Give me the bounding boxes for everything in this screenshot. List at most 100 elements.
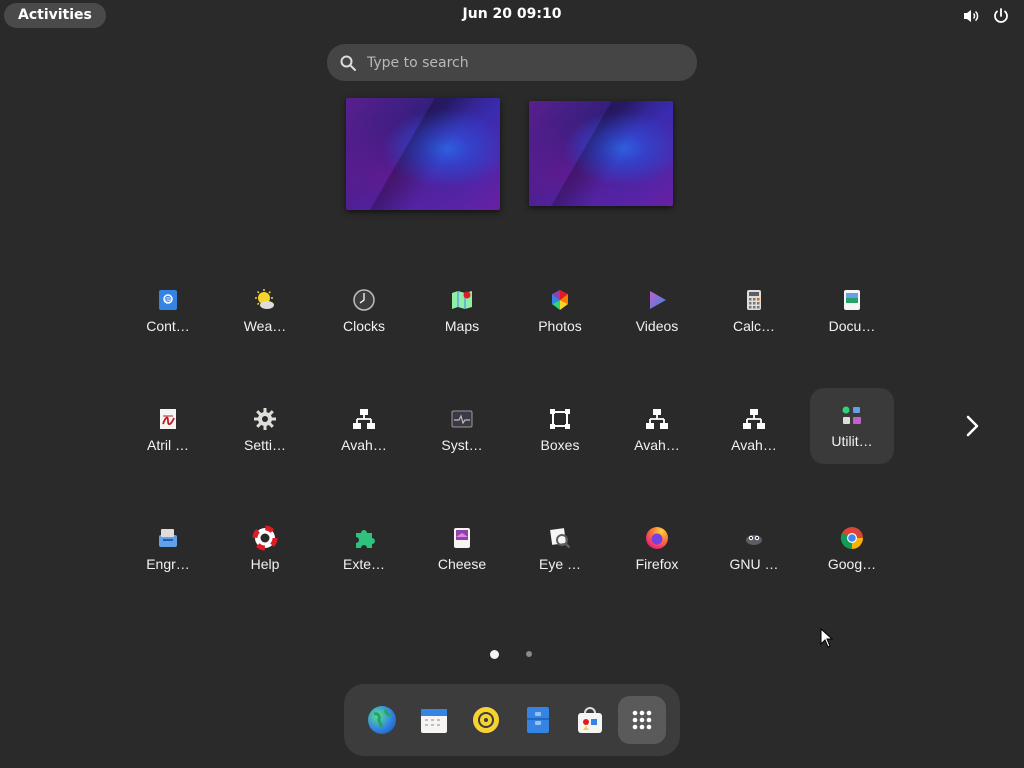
mouse-cursor-icon [820,628,834,648]
app-system-monitor[interactable]: Syst… [420,396,504,472]
clock[interactable]: Jun 20 09:10 [0,6,1024,22]
app-help[interactable]: Help [223,515,307,591]
videos-icon [644,287,670,313]
app-gimp[interactable]: GNU … [712,515,796,591]
dock-software[interactable] [566,696,614,744]
help-icon [252,525,278,551]
network-icon [351,406,377,432]
app-grid-icon [632,710,652,730]
maps-icon [449,287,475,313]
app-firefox[interactable]: Firefox [615,515,699,591]
engrampa-icon [155,525,181,551]
app-avahi-1[interactable]: Avah… [322,396,406,472]
app-label: Wea… [243,318,287,334]
app-boxes[interactable]: Boxes [518,396,602,472]
cheese-icon [449,525,475,551]
network-icon [644,406,670,432]
volume-icon[interactable] [962,7,980,25]
app-photos[interactable]: Photos [518,277,602,353]
app-label: Cheese [437,556,487,572]
app-label: Goog… [827,556,877,572]
app-label: Syst… [441,437,483,453]
app-label: Videos [635,318,679,334]
app-label: Atril … [147,437,189,453]
top-bar: Activities Jun 20 09:10 [0,0,1024,32]
chrome-icon [839,525,865,551]
eye-of-gnome-icon [547,525,573,551]
app-atril[interactable]: Atril … [126,396,210,472]
utilities-folder-icon [839,402,865,428]
calendar-icon [421,709,447,733]
system-menu[interactable] [962,7,1010,25]
gimp-icon [741,525,767,551]
app-label: Boxes [540,437,580,453]
dock-web-browser[interactable] [358,696,406,744]
web-browser-icon [368,706,396,734]
software-icon [578,707,602,733]
next-page-arrow-icon[interactable] [962,414,984,438]
app-calculator[interactable]: Calc… [712,277,796,353]
rhythmbox-icon [471,705,501,735]
app-label: Clocks [342,318,385,334]
app-avahi-2[interactable]: Avah… [615,396,699,472]
app-label: Engr… [146,556,190,572]
app-label: Maps [444,318,480,334]
dock-files[interactable] [514,696,562,744]
app-label: Eye … [538,556,581,572]
power-icon[interactable] [992,7,1010,25]
svg-text:@: @ [165,297,171,304]
gnome-activities-overview: Activities Jun 20 09:10 @ Cont… Wea… Clo… [0,0,1024,768]
app-utilities-folder[interactable]: Utilit… [810,388,894,464]
app-avahi-3[interactable]: Avah… [712,396,796,472]
dash [344,684,680,756]
settings-icon [252,406,278,432]
search-icon [340,55,356,71]
app-engrampa[interactable]: Engr… [126,515,210,591]
app-clocks[interactable]: Clocks [322,277,406,353]
app-weather[interactable]: Wea… [223,277,307,353]
workspace-thumbnail-1[interactable] [346,98,500,210]
app-cheese[interactable]: Cheese [420,515,504,591]
app-label: Calc… [732,318,775,334]
dock-calendar[interactable] [410,696,458,744]
app-extensions[interactable]: Exte… [322,515,406,591]
app-label: Exte… [342,556,385,572]
photos-icon [547,287,573,313]
app-label: Help [250,556,280,572]
page-indicator [486,650,546,660]
app-label: Photos [538,318,582,334]
dock-rhythmbox[interactable] [462,696,510,744]
app-label: Docu… [828,318,876,334]
search-bar[interactable] [327,44,697,81]
app-document-viewer[interactable]: Docu… [810,277,894,353]
app-label: Avah… [731,437,777,453]
contacts-icon: @ [155,287,181,313]
files-icon [527,707,549,733]
app-label: Setti… [243,437,286,453]
app-label: Avah… [634,437,680,453]
page-dot-2[interactable] [526,651,532,657]
weather-icon [252,287,278,313]
app-label: GNU … [729,556,779,572]
workspace-thumbnail-2[interactable] [529,101,673,206]
system-monitor-icon [449,406,475,432]
search-input[interactable] [365,53,669,72]
boxes-icon [547,406,573,432]
app-videos[interactable]: Videos [615,277,699,353]
document-viewer-icon [839,287,865,313]
app-google-chrome[interactable]: Goog… [810,515,894,591]
atril-icon [155,406,181,432]
dock-show-apps[interactable] [618,696,666,744]
app-label: Firefox [635,556,679,572]
app-label: Avah… [341,437,387,453]
page-dot-1[interactable] [490,650,499,659]
app-label: Cont… [146,318,190,334]
app-eye-of-gnome[interactable]: Eye … [518,515,602,591]
app-label: Utilit… [831,433,873,449]
app-contacts[interactable]: @ Cont… [126,277,210,353]
app-settings[interactable]: Setti… [223,396,307,472]
calculator-icon [741,287,767,313]
app-maps[interactable]: Maps [420,277,504,353]
clocks-icon [351,287,377,313]
extensions-icon [351,525,377,551]
